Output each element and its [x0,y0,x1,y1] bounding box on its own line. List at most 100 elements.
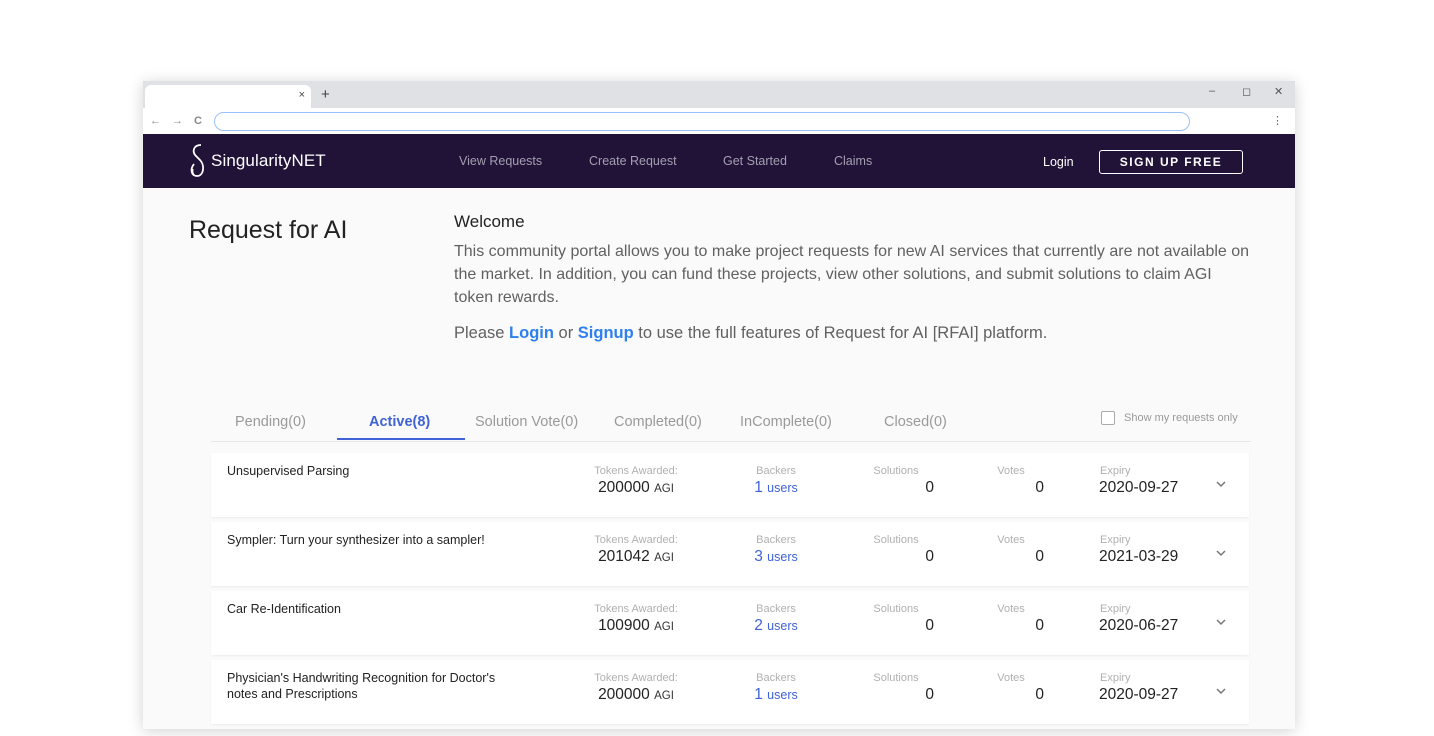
tokens-awarded-value: 200000 AGI [581,479,691,497]
request-title[interactable]: Car Re-Identification [227,601,527,617]
votes-label: Votes [997,465,1025,477]
backers-link[interactable]: 3 users [731,548,821,566]
backers-cell: Backers 1 users [731,465,821,497]
tokens-awarded-cell: Tokens Awarded: 201042 AGI [581,534,691,566]
expiry-date: 2021-03-29 [1099,548,1179,565]
request-row[interactable]: Physician's Handwriting Recognition for … [211,660,1249,724]
votes-cell: Votes 0 [976,534,1046,566]
chevron-down-icon[interactable] [1215,479,1227,489]
request-row[interactable]: Sympler: Turn your synthesizer into a sa… [211,522,1249,586]
tab-incomplete[interactable]: InComplete(0) [740,414,832,430]
tokens-amount: 201042 [598,548,650,565]
solutions-label: Solutions [873,672,919,684]
votes-count: 0 [1035,548,1044,565]
close-tab-icon[interactable]: × [299,89,305,101]
backers-link[interactable]: 1 users [731,686,821,704]
backers-label: Backers [756,534,796,546]
solutions-cell: Solutions 0 [856,465,936,497]
backers-count: 1 [754,479,763,496]
chevron-down-icon[interactable] [1215,548,1227,558]
nav-get-started[interactable]: Get Started [723,154,787,168]
request-row[interactable]: Car Re-Identification Tokens Awarded: 10… [211,591,1249,655]
tokens-awarded-label: Tokens Awarded: [594,603,678,615]
solutions-count: 0 [925,548,934,565]
votes-label: Votes [997,603,1025,615]
backers-link[interactable]: 1 users [731,479,821,497]
nav-view-requests[interactable]: View Requests [459,154,542,168]
expiry-label: Expiry [1100,534,1131,546]
backers-users-word: users [767,481,798,495]
brand-name: SingularityNET [211,151,326,170]
tokens-awarded-value: 200000 AGI [581,686,691,704]
chevron-down-icon[interactable] [1215,617,1227,627]
singularitynet-logo[interactable]: SingularityNET [189,142,326,180]
backers-users-word: users [767,619,798,633]
solutions-count: 0 [925,686,934,703]
minimize-icon[interactable]: – [1209,85,1215,97]
login-prompt: Please Login or Signup to use the full f… [454,324,1047,343]
solutions-count: 0 [925,617,934,634]
votes-cell: Votes 0 [976,603,1046,635]
forward-icon[interactable]: → [172,115,183,127]
status-tabs: Pending(0) Active(8) Solution Vote(0) Co… [211,409,1251,442]
backers-cell: Backers 2 users [731,603,821,635]
backers-users-word: users [767,550,798,564]
tokens-amount: 200000 [598,479,650,496]
backers-label: Backers [756,603,796,615]
maximize-icon[interactable]: ◻ [1242,85,1251,98]
tokens-awarded-cell: Tokens Awarded: 200000 AGI [581,465,691,497]
reload-icon[interactable]: C [194,115,202,127]
login-link[interactable]: Login [1043,155,1074,169]
request-title[interactable]: Sympler: Turn your synthesizer into a sa… [227,532,527,548]
expiry-cell: Expiry 2020-09-27 [1099,672,1189,704]
singularitynet-logo-icon [190,144,204,177]
tab-completed[interactable]: Completed(0) [614,414,702,430]
votes-cell: Votes 0 [976,465,1046,497]
cta-signup-link[interactable]: Signup [578,324,634,342]
tokens-awarded-label: Tokens Awarded: [594,534,678,546]
tokens-awarded-cell: Tokens Awarded: 200000 AGI [581,672,691,704]
show-my-requests-toggle[interactable]: Show my requests only [1101,411,1238,425]
address-bar[interactable] [214,112,1190,131]
tokens-awarded-label: Tokens Awarded: [594,672,678,684]
browser-tab[interactable]: × [145,85,311,108]
cta-login-link[interactable]: Login [509,324,554,342]
signup-button[interactable]: SIGN UP FREE [1099,150,1243,174]
backers-cell: Backers 1 users [731,672,821,704]
solutions-cell: Solutions 0 [856,603,936,635]
votes-label: Votes [997,534,1025,546]
solutions-label: Solutions [873,603,919,615]
backers-link[interactable]: 2 users [731,617,821,635]
expiry-date: 2020-09-27 [1099,686,1179,703]
expiry-label: Expiry [1100,465,1131,477]
chevron-down-icon[interactable] [1215,686,1227,696]
votes-cell: Votes 0 [976,672,1046,704]
expiry-cell: Expiry 2021-03-29 [1099,534,1189,566]
site-navbar: SingularityNET View Requests Create Requ… [143,134,1295,188]
request-title[interactable]: Unsupervised Parsing [227,463,527,479]
request-row[interactable]: Unsupervised Parsing Tokens Awarded: 200… [211,453,1249,517]
expiry-label: Expiry [1100,672,1131,684]
close-window-icon[interactable]: ✕ [1274,85,1283,98]
back-icon[interactable]: ← [150,115,161,127]
expiry-date: 2020-06-27 [1099,617,1179,634]
tab-pending[interactable]: Pending(0) [235,414,306,430]
tab-solution-vote[interactable]: Solution Vote(0) [475,414,578,430]
backers-cell: Backers 3 users [731,534,821,566]
nav-claims[interactable]: Claims [834,154,872,168]
tokens-amount: 200000 [598,686,650,703]
request-title[interactable]: Physician's Handwriting Recognition for … [227,670,527,702]
cta-prefix: Please [454,324,510,342]
cta-suffix: to use the full features of Request for … [633,324,1048,342]
show-my-requests-checkbox[interactable] [1101,411,1115,425]
cta-or: or [553,324,578,342]
nav-create-request[interactable]: Create Request [589,154,677,168]
tab-closed[interactable]: Closed(0) [884,414,947,430]
solutions-cell: Solutions 0 [856,534,936,566]
browser-menu-icon[interactable]: ⋮ [1272,114,1283,127]
new-tab-icon[interactable]: + [321,87,330,102]
page-title: Request for AI [189,216,348,244]
tokens-unit: AGI [654,621,674,633]
tab-active[interactable]: Active(8) [369,414,430,430]
browser-toolbar: ← → C ⋮ [143,108,1295,134]
